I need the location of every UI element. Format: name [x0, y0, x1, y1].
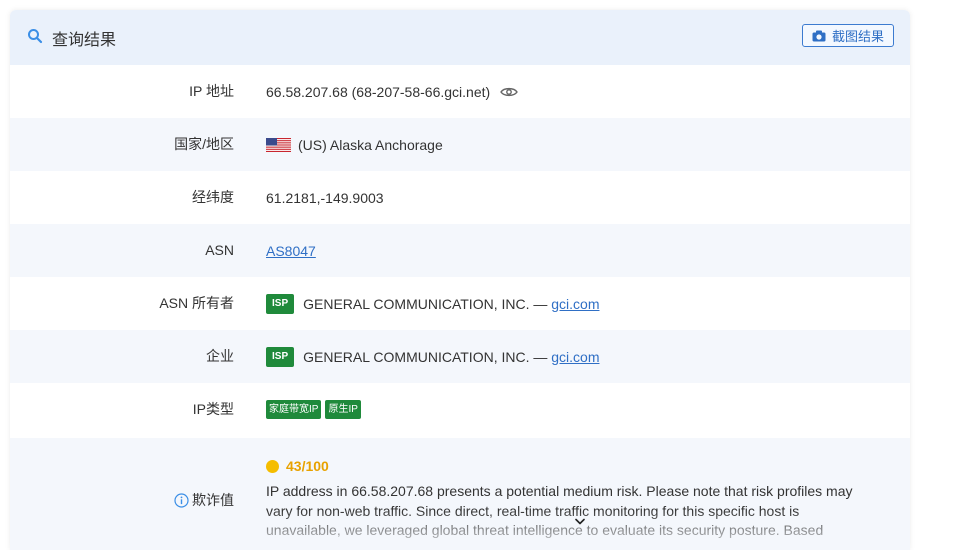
- isp-badge: ISP: [266, 346, 295, 367]
- ip-type-tag: 原生IP: [325, 400, 361, 419]
- ip-value: 66.58.207.68 (68-207-58-66.gci.net): [266, 83, 491, 100]
- screenshot-button[interactable]: 截图结果: [802, 24, 894, 47]
- screenshot-button-label: 截图结果: [831, 29, 884, 44]
- asn-owner-domain-link[interactable]: gci.com: [551, 296, 599, 312]
- coords-row: 经纬度 61.2181,-149.9003: [10, 171, 910, 224]
- company-value-container: ISP GENERAL COMMUNICATION, INC. — gci.co…: [266, 330, 599, 383]
- score-dot-icon: [266, 459, 279, 473]
- fraud-label: 欺诈值: [192, 492, 234, 508]
- fraud-label-container: 欺诈值: [174, 490, 234, 510]
- region-value-container: (US) Alaska Anchorage: [266, 118, 443, 171]
- company-label: 企业: [206, 348, 234, 364]
- fraud-row: 欺诈值 43/100 IP address in 66.58.207.68 pr…: [10, 438, 910, 550]
- company-domain-link[interactable]: gci.com: [551, 349, 599, 365]
- isp-badge: ISP: [266, 293, 295, 314]
- coords-label: 经纬度: [192, 189, 234, 205]
- asn-value-container: AS8047: [266, 224, 316, 277]
- ip-type-tags: 家庭带宽IP 原生IP: [266, 383, 365, 436]
- fade-overlay: [10, 510, 910, 550]
- us-flag-icon: [266, 137, 291, 152]
- asn-link[interactable]: AS8047: [266, 243, 316, 259]
- asn-owner-row: ASN 所有者 ISP GENERAL COMMUNICATION, INC. …: [10, 277, 910, 330]
- fraud-score: 43/100: [266, 458, 329, 474]
- ip-label: IP 地址: [189, 83, 234, 99]
- asn-owner-name: GENERAL COMMUNICATION, INC. —: [303, 295, 548, 312]
- ip-type-label: IP类型: [192, 401, 234, 417]
- card-title: 查询结果: [52, 32, 117, 49]
- chevron-down-icon[interactable]: [575, 518, 585, 526]
- eye-icon[interactable]: [500, 86, 519, 98]
- info-icon[interactable]: [174, 492, 189, 508]
- asn-owner-value-container: ISP GENERAL COMMUNICATION, INC. — gci.co…: [266, 277, 599, 330]
- region-row: 国家/地区 (US) Alaska Anchorage: [10, 118, 910, 171]
- region-value: (US) Alaska Anchorage: [298, 136, 443, 153]
- camera-icon: [812, 30, 826, 41]
- coords-value-container: 61.2181,-149.9003: [266, 171, 384, 224]
- asn-label: ASN: [205, 242, 234, 258]
- ip-row: IP 地址 66.58.207.68 (68-207-58-66.gci.net…: [10, 65, 910, 118]
- fraud-score-value: 43/100: [286, 458, 329, 474]
- ip-value-container: 66.58.207.68 (68-207-58-66.gci.net): [266, 65, 519, 118]
- ip-type-row: IP类型 家庭带宽IP 原生IP: [10, 383, 910, 436]
- coords-value: 61.2181,-149.9003: [266, 189, 384, 206]
- company-row: 企业 ISP GENERAL COMMUNICATION, INC. — gci…: [10, 330, 910, 383]
- region-label: 国家/地区: [174, 136, 234, 152]
- query-result-card: 查询结果 截图结果 IP 地址 66.58.207.68 (68-207-58-…: [10, 10, 910, 550]
- company-name: GENERAL COMMUNICATION, INC. —: [303, 348, 548, 365]
- search-icon: [28, 29, 43, 44]
- asn-row: ASN AS8047: [10, 224, 910, 277]
- ip-type-tag: 家庭带宽IP: [266, 400, 322, 419]
- asn-owner-label: ASN 所有者: [159, 295, 234, 311]
- card-header: 查询结果 截图结果: [10, 10, 910, 65]
